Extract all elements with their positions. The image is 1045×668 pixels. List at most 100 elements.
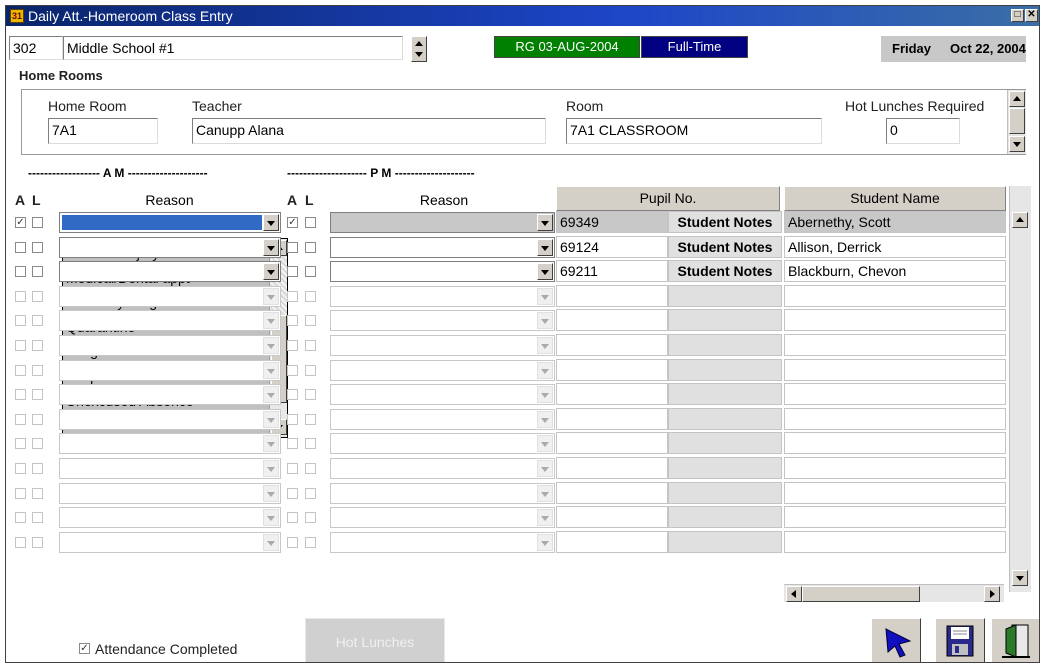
student-notes-button[interactable] [668, 285, 782, 307]
dropdown-arrow-icon[interactable] [537, 288, 553, 305]
am-late-checkbox[interactable] [32, 291, 43, 302]
home-room-field[interactable]: 7A1 [48, 118, 158, 144]
grid-scroll-up-icon[interactable] [1012, 212, 1028, 228]
pm-absent-checkbox[interactable] [287, 242, 298, 253]
am-absent-checkbox[interactable]: ✓ [15, 217, 26, 228]
am-absent-checkbox[interactable] [15, 315, 26, 326]
dropdown-arrow-icon[interactable] [263, 239, 279, 256]
pointer-button[interactable] [871, 618, 921, 662]
scroll-thumb[interactable] [1009, 108, 1025, 134]
pupil-no-cell[interactable] [556, 531, 668, 553]
am-reason-combo[interactable] [59, 286, 281, 307]
dropdown-arrow-icon[interactable] [263, 386, 279, 403]
pupil-no-cell[interactable]: 69211 [556, 260, 668, 282]
dropdown-arrow-icon[interactable] [263, 509, 279, 526]
grid-vertical-scrollbar[interactable] [1009, 186, 1031, 592]
pm-absent-checkbox[interactable] [287, 537, 298, 548]
pm-reason-combo[interactable] [330, 532, 555, 553]
dropdown-arrow-icon[interactable] [537, 460, 553, 477]
pm-reason-combo[interactable] [330, 335, 555, 356]
pm-absent-checkbox[interactable] [287, 291, 298, 302]
pm-late-checkbox[interactable] [305, 512, 316, 523]
am-reason-combo[interactable] [59, 384, 281, 405]
am-reason-combo[interactable] [59, 433, 281, 454]
restore-icon[interactable]: □ [1011, 9, 1024, 22]
teacher-field[interactable]: Canupp Alana [192, 118, 546, 144]
student-name-cell[interactable] [784, 506, 1006, 528]
pupil-no-cell[interactable] [556, 482, 668, 504]
hot-lunches-button[interactable]: Hot Lunches [305, 618, 445, 662]
dropdown-arrow-icon[interactable] [263, 411, 279, 428]
student-name-cell[interactable]: Abernethy, Scott [784, 211, 1006, 233]
am-reason-combo[interactable] [59, 261, 281, 282]
student-name-cell[interactable] [784, 432, 1006, 454]
pupil-no-cell[interactable] [556, 359, 668, 381]
am-late-checkbox[interactable] [32, 340, 43, 351]
am-absent-checkbox[interactable] [15, 365, 26, 376]
pm-reason-combo[interactable] [330, 237, 555, 258]
pm-late-checkbox[interactable] [305, 217, 316, 228]
exit-button[interactable] [991, 618, 1039, 662]
pm-late-checkbox[interactable] [305, 537, 316, 548]
pm-absent-checkbox[interactable] [287, 266, 298, 277]
grid-scroll-right-icon[interactable] [984, 586, 1000, 602]
school-spinner[interactable] [411, 36, 427, 62]
am-reason-combo[interactable] [59, 507, 281, 528]
dropdown-arrow-icon[interactable] [537, 362, 553, 379]
pm-absent-checkbox[interactable] [287, 365, 298, 376]
pm-late-checkbox[interactable] [305, 414, 316, 425]
pupil-no-header[interactable]: Pupil No. [556, 186, 780, 211]
student-notes-button[interactable] [668, 408, 782, 430]
pupil-no-cell[interactable] [556, 383, 668, 405]
pupil-no-cell[interactable] [556, 457, 668, 479]
am-late-checkbox[interactable] [32, 463, 43, 474]
am-late-checkbox[interactable] [32, 242, 43, 253]
student-name-cell[interactable] [784, 408, 1006, 430]
scroll-down-icon[interactable] [1009, 136, 1025, 152]
pm-reason-combo[interactable] [330, 310, 555, 331]
pm-reason-combo[interactable] [330, 433, 555, 454]
am-late-checkbox[interactable] [32, 389, 43, 400]
am-late-checkbox[interactable] [32, 438, 43, 449]
pm-late-checkbox[interactable] [305, 340, 316, 351]
am-late-checkbox[interactable] [32, 266, 43, 277]
student-name-cell[interactable] [784, 334, 1006, 356]
am-reason-combo[interactable] [59, 532, 281, 553]
grid-scroll-left-icon[interactable] [786, 586, 802, 602]
pm-reason-combo[interactable] [330, 483, 555, 504]
am-reason-combo[interactable] [59, 409, 281, 430]
pm-absent-checkbox[interactable] [287, 315, 298, 326]
close-icon[interactable]: ✕ [1025, 9, 1038, 22]
attendance-completed-checkbox[interactable]: ✓ [79, 643, 90, 654]
pm-absent-checkbox[interactable] [287, 340, 298, 351]
dropdown-arrow-icon[interactable] [537, 214, 553, 231]
am-late-checkbox[interactable] [32, 414, 43, 425]
grid-horizontal-scrollbar[interactable] [784, 584, 1004, 602]
pm-late-checkbox[interactable] [305, 438, 316, 449]
pm-late-checkbox[interactable] [305, 266, 316, 277]
student-notes-button[interactable] [668, 334, 782, 356]
school-name-field[interactable]: Middle School #1 [63, 36, 403, 60]
am-reason-combo[interactable] [59, 483, 281, 504]
pm-late-checkbox[interactable] [305, 291, 316, 302]
student-name-cell[interactable] [784, 457, 1006, 479]
dropdown-arrow-icon[interactable] [263, 460, 279, 477]
student-notes-button[interactable] [668, 309, 782, 331]
dropdown-arrow-icon[interactable] [537, 263, 553, 280]
dropdown-arrow-icon[interactable] [263, 263, 279, 280]
pupil-no-cell[interactable] [556, 334, 668, 356]
pm-late-checkbox[interactable] [305, 315, 316, 326]
am-late-checkbox[interactable] [32, 488, 43, 499]
dropdown-arrow-icon[interactable] [263, 362, 279, 379]
am-reason-combo[interactable] [59, 458, 281, 479]
pm-late-checkbox[interactable] [305, 389, 316, 400]
dropdown-arrow-icon[interactable] [537, 485, 553, 502]
student-notes-button[interactable] [668, 506, 782, 528]
pm-absent-checkbox[interactable] [287, 512, 298, 523]
pupil-no-cell[interactable] [556, 432, 668, 454]
student-notes-button[interactable]: Student Notes [668, 211, 782, 233]
pm-reason-combo[interactable] [330, 409, 555, 430]
save-button[interactable] [935, 618, 985, 662]
am-reason-combo[interactable] [59, 212, 281, 233]
student-name-cell[interactable]: Blackburn, Chevon [784, 260, 1006, 282]
